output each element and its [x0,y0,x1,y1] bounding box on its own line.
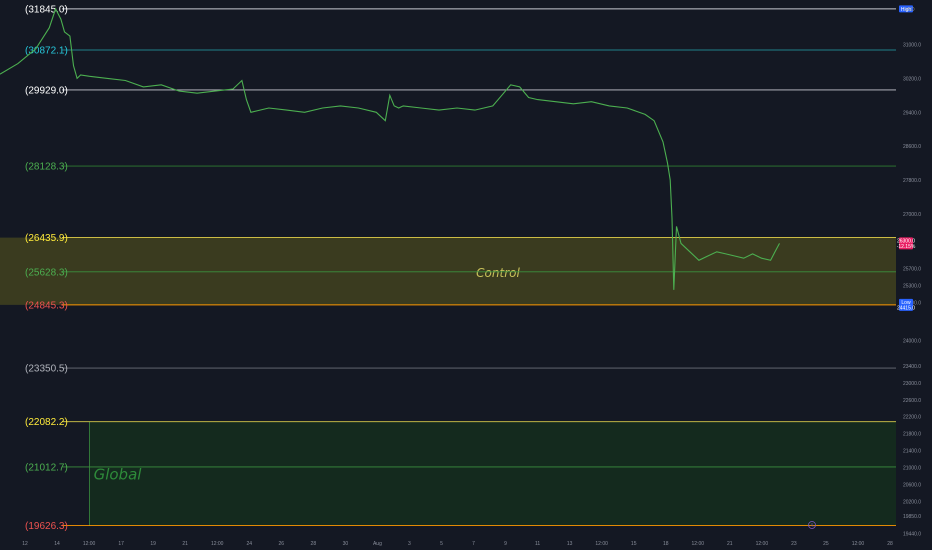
x-tick-12: 3 [408,541,411,547]
level-26435-label: (26435.9) [25,233,68,244]
price-chart[interactable]: Control Global (31845.0) (30872.1) (29929.0… [0,0,932,550]
y-tick-20: 19440.0 [903,531,921,537]
y-tick-16: 21000.0 [903,465,921,471]
current-marker-subtag: -12.15% [897,244,916,250]
x-tick-9: 28 [311,541,317,547]
y-tick-19: 19850.0 [903,514,921,520]
y-tick-15: 21400.0 [903,449,921,455]
level-28128-label: (28128.3) [25,162,68,173]
x-tick-3: 17 [118,541,124,547]
control-zone-label: Control [476,266,520,280]
x-tick-19: 15 [631,541,637,547]
y-tick-18: 20200.0 [903,499,921,505]
control-zone [0,237,896,305]
level-29929-label: (29929.0) [25,85,68,96]
y-tick-0: 31000.0 [903,43,921,49]
x-tick-16: 11 [535,541,540,547]
y-tick-3: 28600.0 [903,144,921,150]
x-tick-21: 12:00 [692,541,705,547]
y-tick-13: 22200.0 [903,415,921,421]
level-19626-label: (19626.3) [25,521,68,532]
level-23350-label: (23350.5) [25,364,68,375]
level-25628-label: (25628.3) [25,267,68,278]
x-tick-26: 12:00 [852,541,865,547]
y-tick-1: 30200.0 [903,76,921,82]
x-tick-15: 9 [504,541,507,547]
x-tick-25: 25 [823,541,829,547]
x-tick-8: 26 [279,541,285,547]
y-tick-11: 23000.0 [903,381,921,387]
chart-root: Control Global (31845.0) (30872.1) (29929.0… [0,0,932,550]
y-tick-7: 25300.0 [903,284,921,290]
level-21012-label: (21012.7) [25,462,68,473]
low-marker-subtag: 24415.0 [897,305,915,311]
x-tick-1: 14 [54,541,60,547]
x-tick-20: 18 [663,541,669,547]
x-tick-0: 12 [22,541,28,547]
x-tick-7: 24 [246,541,252,547]
x-tick-13: 5 [440,541,443,547]
x-tick-23: 12:00 [756,541,769,547]
y-tick-17: 20600.0 [903,482,921,488]
x-tick-18: 12:00 [595,541,608,547]
x-tick-14: 7 [472,541,475,547]
x-tick-10: 30 [343,541,349,547]
x-tick-11: Aug [373,541,382,547]
y-tick-4: 27800.0 [903,178,921,184]
y-tick-12: 22600.0 [903,398,921,404]
currency-label: USD [904,7,915,13]
x-tick-6: 12:00 [211,541,224,547]
y-tick-6: 25700.0 [903,267,921,273]
x-tick-27: 28 [887,541,893,547]
y-tick-2: 29400.0 [903,110,921,116]
x-tick-22: 21 [727,541,733,547]
x-tick-17: 13 [567,541,573,547]
y-tick-5: 27000.0 [903,212,921,218]
level-22082-label: (22082.2) [25,417,68,428]
level-24845-label: (24845.3) [25,300,68,311]
global-zone-label: Global [94,466,143,484]
x-tick-24: 23 [791,541,797,547]
level-31845-label: (31845.0) [25,4,68,15]
x-tick-5: 21 [182,541,188,547]
level-30872-label: (30872.1) [25,46,68,57]
x-tick-4: 19 [150,541,156,547]
y-tick-9: 24000.0 [903,339,921,345]
y-tick-14: 21800.0 [903,432,921,438]
global-zone [89,421,897,526]
y-tick-10: 23400.0 [903,364,921,370]
x-tick-2: 12:00 [83,541,96,547]
